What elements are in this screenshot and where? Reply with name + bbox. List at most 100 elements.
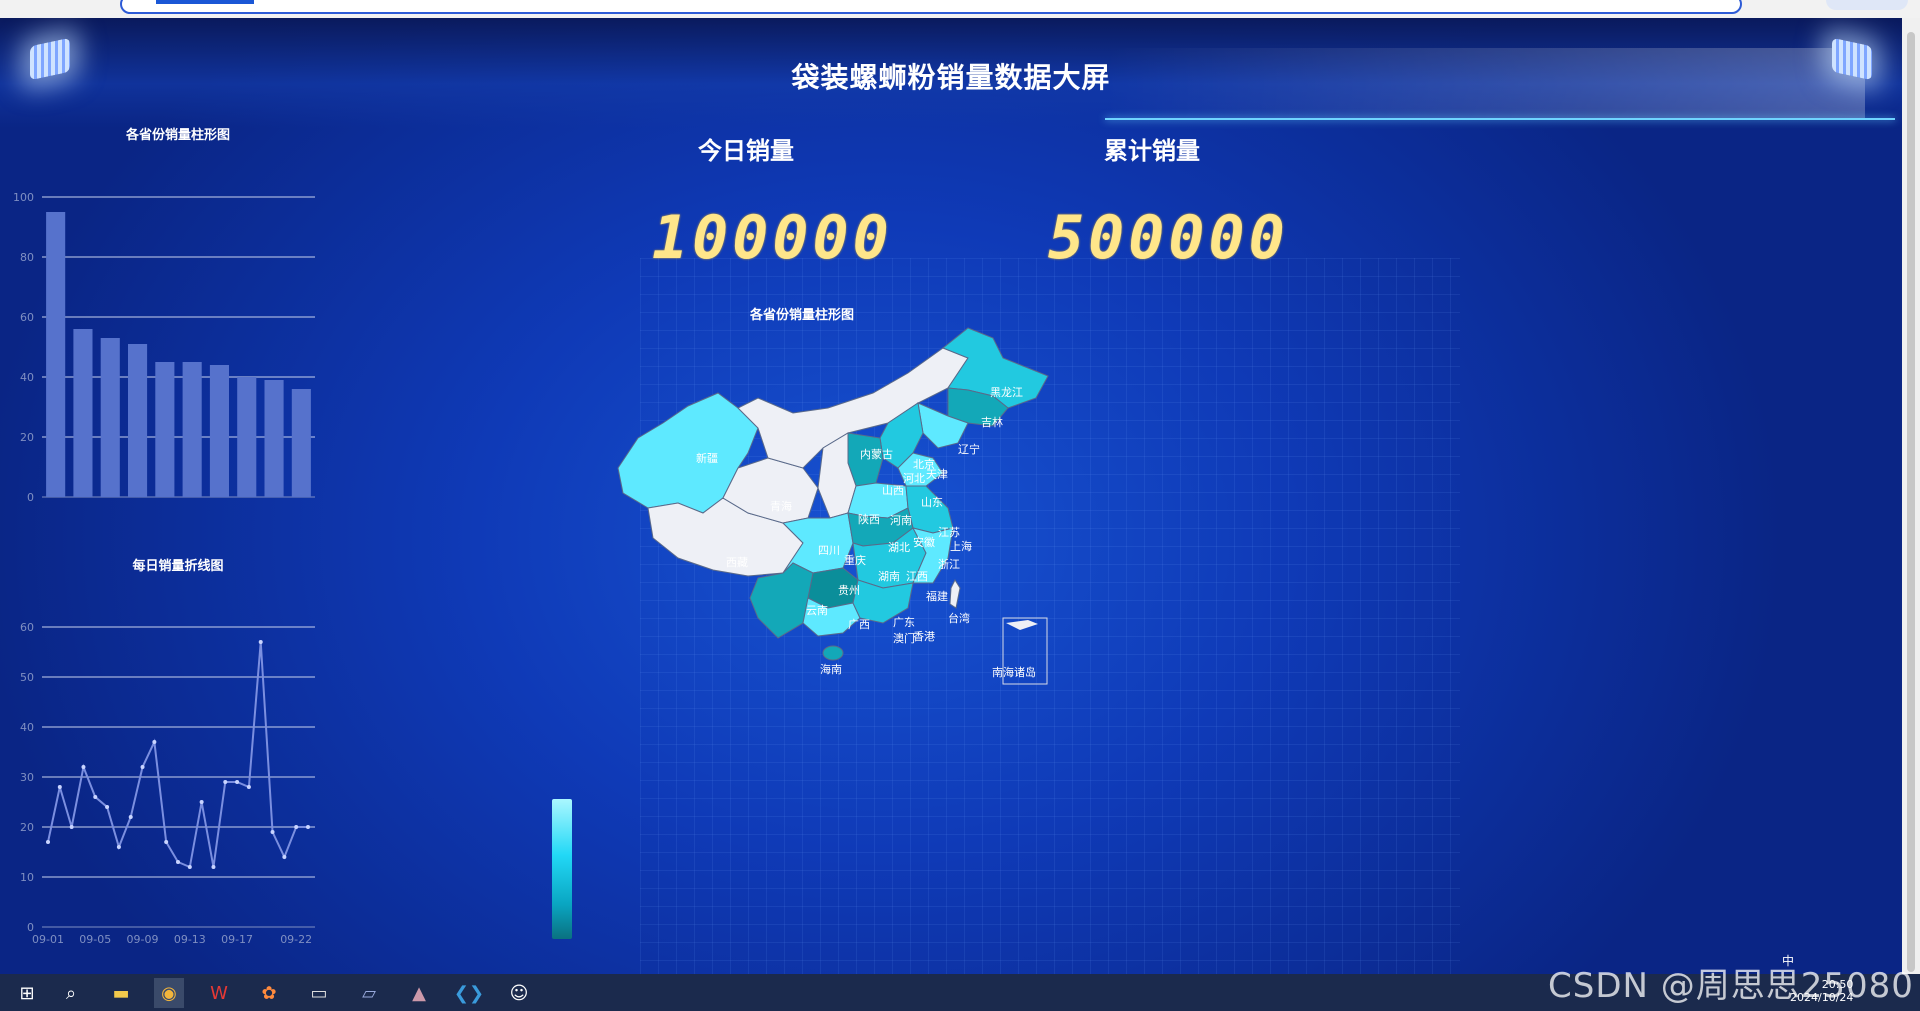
line-point[interactable] [116,845,121,849]
line-point[interactable] [57,785,62,789]
bar-mark[interactable] [73,329,93,497]
qq-icon[interactable]: ☺ [504,978,534,1008]
province-hainan[interactable] [822,645,844,661]
bar-mark[interactable] [182,362,202,497]
line-point[interactable] [140,765,145,769]
label-liaoning: 辽宁 [958,442,980,456]
bar-mark[interactable] [264,380,284,497]
total-sales-value: 500000 [1048,203,1289,273]
label-guangxi: 广西 [848,618,870,631]
label-hunan: 湖南 [878,570,900,583]
line-ytick-label: 20 [20,821,34,834]
label-guizhou: 贵州 [838,584,860,597]
province-bar-chart: 020406080100河南福建广东重庆四川 [13,191,315,503]
bar-ytick-label: 100 [13,191,34,204]
line-ytick-label: 60 [20,621,34,634]
bar-xtick-label: 重庆 [208,502,230,503]
line-point[interactable] [258,640,263,644]
bar-ytick-label: 0 [27,491,34,503]
photos-icon[interactable]: ▲ [404,978,434,1008]
vscode-icon[interactable]: ❮❯ [454,978,484,1008]
label-shanghai: 上海 [950,539,972,553]
bar-mark[interactable] [155,362,175,497]
line-point[interactable] [176,860,180,864]
daily-line-chart: 010203040506009-01 09-05 09-09 09-13 09-17 09… [20,621,315,946]
chrome-icon[interactable]: ◉ [154,978,184,1008]
ime-indicator[interactable]: 中 [1782,952,1794,969]
line-series [47,641,308,869]
windows-start-icon[interactable]: ⊞ [12,978,42,1008]
province-taiwan[interactable] [949,578,961,609]
scrollbar-thumb[interactable] [1907,32,1915,972]
bar-ytick-label: 60 [20,311,34,324]
line-ytick-label: 10 [20,871,34,884]
line-point[interactable] [164,840,169,844]
search-icon[interactable]: ⌕ [56,978,86,1008]
line-point[interactable] [152,740,157,744]
line-point[interactable] [246,785,251,789]
header-accent-line [1105,118,1895,120]
today-sales-label: 今日销量 [698,137,794,165]
line-point[interactable] [81,765,86,769]
notes-icon[interactable]: ▱ [354,978,384,1008]
clock-time: 20:50 [1821,978,1854,991]
browser-toolbar [0,0,1920,18]
line-point[interactable] [199,800,204,804]
label-neimenggu: 内蒙古 [860,447,893,461]
label-xizang: 西藏 [726,556,748,569]
line-point[interactable] [211,865,216,869]
label-south-china-sea: 南海诸岛 [992,665,1036,679]
address-bar[interactable] [120,0,1742,14]
china-sales-map[interactable]: 新疆 西藏 青海 内蒙古 黑龙江 吉林 辽宁 北京 河北 天津 山西 山东 陕西… [608,318,1068,698]
line-point[interactable] [128,815,133,819]
label-hongkong: 香港 [913,630,935,643]
label-jiangsu: 江苏 [938,526,960,539]
file-explorer-icon[interactable]: ▬ [106,978,136,1008]
line-point[interactable] [223,780,228,784]
wps-icon[interactable]: W [204,978,234,1008]
label-zhejiang: 浙江 [938,558,960,571]
line-point[interactable] [187,865,192,869]
bar-mark[interactable] [209,365,230,497]
label-shanxi: 山西 [882,484,904,497]
line-point[interactable] [270,830,275,834]
address-highlight [156,0,254,4]
line-point[interactable] [105,805,110,809]
bar-mark[interactable] [291,389,311,497]
label-sichuan: 四川 [818,544,840,557]
bar-mark[interactable] [46,212,66,497]
visual-map-legend[interactable] [552,799,572,939]
csdn-watermark: CSDN @周思思25080 [1548,966,1914,1006]
label-hebei: 河北 [903,472,925,485]
page-scrollbar[interactable] [1902,18,1920,974]
line-point[interactable] [93,795,98,799]
line-point[interactable] [235,780,240,784]
app-icon[interactable]: ✿ [254,978,284,1008]
line-xtick-label: 09-13 [174,933,206,946]
line-point[interactable] [282,855,287,859]
line-ytick-label: 40 [20,721,34,734]
bar-xtick-label: 福建 [99,502,121,503]
line-xtick-label: 09-17 [221,933,253,946]
label-jilin: 吉林 [981,415,1003,429]
label-hainan: 海南 [820,662,842,676]
terminal-icon[interactable]: ▭ [304,978,334,1008]
line-point[interactable] [69,825,74,829]
system-clock[interactable]: 20:50 2024/10/24 [1790,978,1853,1004]
line-point[interactable] [306,825,310,829]
bar-mark[interactable] [127,344,148,497]
profile-pill[interactable] [1826,0,1908,10]
label-taiwan: 台湾 [948,611,970,625]
bar-mark[interactable] [237,377,257,497]
line-point[interactable] [294,825,299,829]
bar-ytick-label: 40 [20,371,34,384]
line-point[interactable] [46,840,50,844]
line-chart-title: 每日销量折线图 [132,559,224,574]
label-jiangxi: 江西 [906,570,928,583]
label-yunnan: 云南 [806,604,828,617]
label-xinjiang: 新疆 [696,451,718,465]
label-chongqing: 重庆 [844,553,866,567]
bar-mark[interactable] [100,338,120,497]
label-hubei: 湖北 [888,541,910,554]
line-xtick-label: 09-01 [32,933,64,946]
